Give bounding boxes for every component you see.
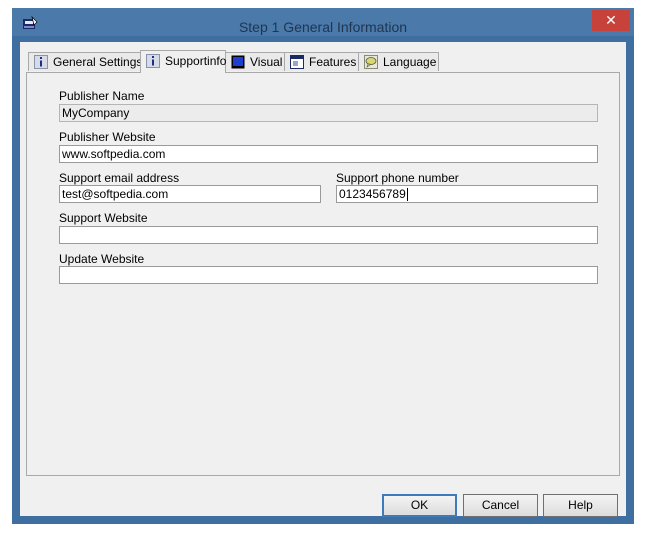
publisher-website-field[interactable]: www.softpedia.com xyxy=(59,145,598,163)
tab-visual[interactable]: Visual xyxy=(225,52,285,71)
help-button[interactable]: Help xyxy=(543,494,618,517)
supportinfo-panel: Publisher Name MyCompany Publisher Websi… xyxy=(26,72,620,476)
publisher-name-label: Publisher Name xyxy=(59,89,145,103)
support-website-field[interactable] xyxy=(59,226,598,244)
tab-label: Language xyxy=(383,55,437,69)
tab-label: General Settings xyxy=(53,55,143,69)
dialog-client-area: General Settings Supportinfo Visual Feat… xyxy=(20,42,626,517)
tab-label: Features xyxy=(309,55,357,69)
tab-language[interactable]: Language xyxy=(358,52,439,71)
text-caret xyxy=(406,188,408,202)
support-email-field[interactable]: test@softpedia.com xyxy=(59,185,321,203)
close-button[interactable]: ✕ xyxy=(592,10,630,31)
tab-supportinfo[interactable]: Supportinfo xyxy=(140,50,226,73)
info-icon xyxy=(146,54,160,68)
support-phone-field[interactable]: 0123456789 xyxy=(336,185,598,203)
speech-bubble-icon xyxy=(364,55,378,69)
support-phone-value: 0123456789 xyxy=(339,187,406,201)
tab-general-settings[interactable]: General Settings xyxy=(28,52,143,71)
tab-label: Supportinfo xyxy=(165,54,227,68)
support-website-label: Support Website xyxy=(59,211,148,225)
title-bar[interactable]: Step 1 General Information ✕ xyxy=(12,8,634,36)
support-email-label: Support email address xyxy=(59,171,180,185)
window-icon xyxy=(290,55,304,69)
close-icon: ✕ xyxy=(605,12,617,28)
update-website-field[interactable] xyxy=(59,266,598,284)
cancel-button[interactable]: Cancel xyxy=(463,494,538,517)
dialog-window: Step 1 General Information ✕ General Set… xyxy=(12,8,634,524)
window-title: Step 1 General Information xyxy=(238,19,408,35)
support-phone-label: Support phone number xyxy=(336,171,459,185)
publisher-name-field[interactable]: MyCompany xyxy=(59,104,598,122)
update-website-label: Update Website xyxy=(59,252,145,266)
screen-icon xyxy=(231,55,245,69)
ok-button[interactable]: OK xyxy=(382,494,457,517)
publisher-website-label: Publisher Website xyxy=(59,130,156,144)
tab-features[interactable]: Features xyxy=(284,52,359,71)
info-icon xyxy=(34,55,48,69)
tab-label: Visual xyxy=(250,55,283,69)
